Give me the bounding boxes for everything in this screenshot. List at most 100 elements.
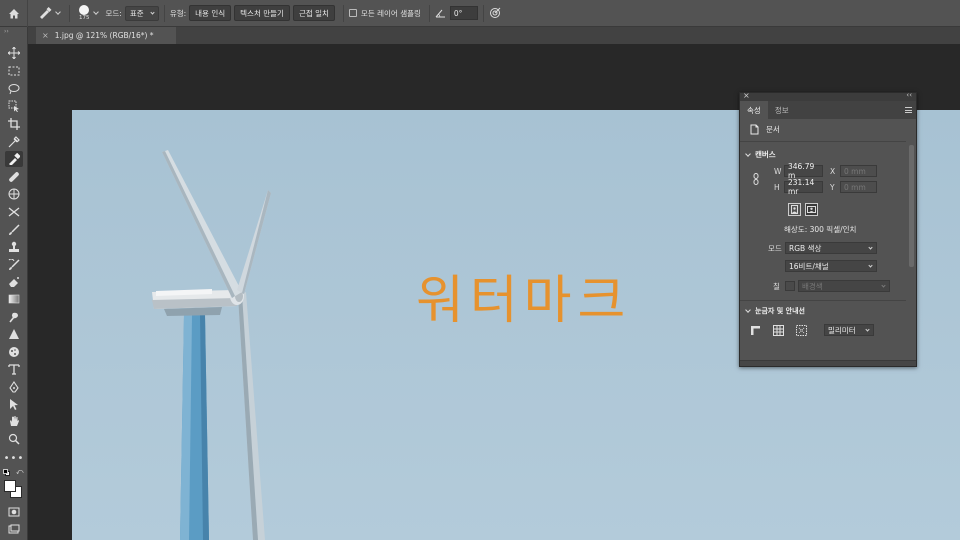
smudge-icon xyxy=(9,312,18,323)
y-input[interactable]: 0 mm xyxy=(840,181,877,193)
fill-row: 칠 배경색 xyxy=(773,280,890,292)
hand-icon xyxy=(10,416,19,426)
dodge-tool[interactable] xyxy=(5,344,23,360)
mode-select[interactable]: 표준 xyxy=(124,5,159,21)
width-label: W xyxy=(774,166,782,176)
close-tab-icon[interactable]: × xyxy=(42,31,49,40)
document-tab[interactable]: × 1.jpg @ 121% (RGB/16*) * xyxy=(36,27,176,44)
proximity-match-button[interactable]: 근접 일치 xyxy=(292,5,335,21)
pattern-tool[interactable] xyxy=(5,186,23,202)
mode-select-value: 표준 xyxy=(129,8,144,18)
ruler-icon[interactable] xyxy=(750,325,761,336)
default-colors-icon[interactable] xyxy=(3,469,10,476)
gradient-tool[interactable] xyxy=(5,291,23,307)
move-tool[interactable] xyxy=(5,45,23,61)
toolbar: ›› ••• ⤺ xyxy=(0,27,28,540)
brush-tool[interactable] xyxy=(5,169,23,185)
bit-depth-row: 16비트/채널 xyxy=(785,260,877,272)
eyedropper-icon xyxy=(8,136,20,148)
separator xyxy=(163,4,165,22)
crop-tool[interactable] xyxy=(5,116,23,132)
portrait-icon xyxy=(791,205,798,214)
sample-all-layers-checkbox[interactable] xyxy=(348,9,357,17)
close-panel-icon[interactable]: × xyxy=(743,91,750,100)
eraser-tool[interactable] xyxy=(5,274,23,290)
tab-properties[interactable]: 속성 xyxy=(740,101,768,119)
units-value: 밀리미터 xyxy=(828,325,856,335)
gradient-icon xyxy=(8,294,20,304)
grid-icon[interactable] xyxy=(773,324,784,336)
guides-icon[interactable] xyxy=(796,324,807,336)
angle-input[interactable]: 0° xyxy=(449,6,478,20)
color-mode-select[interactable]: RGB 색상 xyxy=(785,242,877,254)
eyedropper-tool[interactable] xyxy=(5,134,23,150)
width-input[interactable]: 346.79 m xyxy=(784,162,823,180)
panel-scrollbar[interactable] xyxy=(909,145,914,267)
create-texture-button[interactable]: 텍스처 만들기 xyxy=(234,5,290,21)
chevron-down-icon xyxy=(868,262,873,268)
foreground-color-swatch[interactable] xyxy=(4,480,16,492)
stamp-icon xyxy=(9,241,19,252)
lasso-tool[interactable] xyxy=(5,81,23,97)
object-selection-tool[interactable] xyxy=(5,98,23,114)
move-icon xyxy=(8,47,20,59)
screen-mode-button[interactable] xyxy=(5,521,23,537)
panel-menu-icon[interactable] xyxy=(905,107,912,113)
pen-icon xyxy=(9,381,19,393)
chevron-down-icon xyxy=(150,9,155,15)
screen-mode-icon xyxy=(8,524,20,534)
tool-preset-picker[interactable] xyxy=(38,7,64,19)
bit-depth-select[interactable]: 16비트/채널 xyxy=(785,260,877,272)
paint-brush-tool[interactable] xyxy=(5,222,23,238)
units-select[interactable]: 밀리미터 xyxy=(824,324,874,336)
x-input[interactable]: 0 mm xyxy=(840,165,877,177)
separator xyxy=(428,4,430,22)
type-tool[interactable] xyxy=(5,361,23,377)
home-button[interactable] xyxy=(0,0,28,27)
marquee-tool[interactable] xyxy=(5,63,23,79)
color-mode-label: 모드 xyxy=(768,243,782,253)
chevron-down-icon xyxy=(745,307,751,313)
panel-tabs: 속성 정보 xyxy=(740,101,916,119)
content-aware-move-icon xyxy=(8,207,20,217)
more-tools[interactable]: ••• xyxy=(3,450,25,466)
history-brush-tool[interactable] xyxy=(5,257,23,273)
chevron-down-icon[interactable] xyxy=(92,9,99,15)
toolbar-collapse-icon[interactable]: ›› xyxy=(4,28,9,35)
collapse-panel-icon[interactable]: ‹‹ xyxy=(906,91,912,99)
content-aware-button[interactable]: 내용 인식 xyxy=(189,5,232,21)
bit-depth-value: 16비트/채널 xyxy=(789,261,829,271)
bandage-icon xyxy=(9,172,19,182)
zoom-tool[interactable] xyxy=(5,431,23,447)
swap-colors-icon[interactable]: ⤺ xyxy=(16,468,23,477)
sharpen-tool[interactable] xyxy=(5,326,23,342)
spot-healing-brush-tool[interactable] xyxy=(5,151,23,167)
smudge-tool[interactable] xyxy=(5,309,23,325)
canvas-section-header[interactable]: 캔버스 xyxy=(745,149,776,160)
document-label: 문서 xyxy=(766,125,780,134)
pressure-size-icon[interactable] xyxy=(489,7,501,19)
fill-select[interactable]: 배경색 xyxy=(798,280,890,292)
path-selection-tool[interactable] xyxy=(5,396,23,412)
brush-size-picker[interactable]: 175 xyxy=(79,5,90,21)
panel-title-bar[interactable]: × ‹‹ xyxy=(740,91,916,101)
panel-footer xyxy=(740,360,916,366)
separator xyxy=(482,4,484,22)
sample-all-layers-label: 모든 레이어 샘플링 xyxy=(360,8,421,18)
content-aware-move-tool[interactable] xyxy=(5,204,23,220)
tab-info[interactable]: 정보 xyxy=(768,101,796,119)
landscape-button[interactable] xyxy=(805,203,818,216)
hand-tool[interactable] xyxy=(5,413,23,429)
portrait-button[interactable] xyxy=(788,203,801,216)
link-dimensions-icon[interactable] xyxy=(753,173,759,185)
height-row: H 231.14 mr Y 0 mm xyxy=(774,178,877,196)
quick-mask-button[interactable] xyxy=(5,504,23,520)
history-brush-icon xyxy=(8,259,20,270)
ellipsis-icon: ••• xyxy=(3,452,25,464)
mode-label: 모드: xyxy=(105,8,122,18)
pen-tool[interactable] xyxy=(5,379,23,395)
rulers-section-header[interactable]: 눈금자 및 안내선 xyxy=(745,306,805,316)
clone-stamp-tool[interactable] xyxy=(5,239,23,255)
height-input[interactable]: 231.14 mr xyxy=(784,178,823,196)
fill-color-swatch[interactable] xyxy=(785,281,795,291)
